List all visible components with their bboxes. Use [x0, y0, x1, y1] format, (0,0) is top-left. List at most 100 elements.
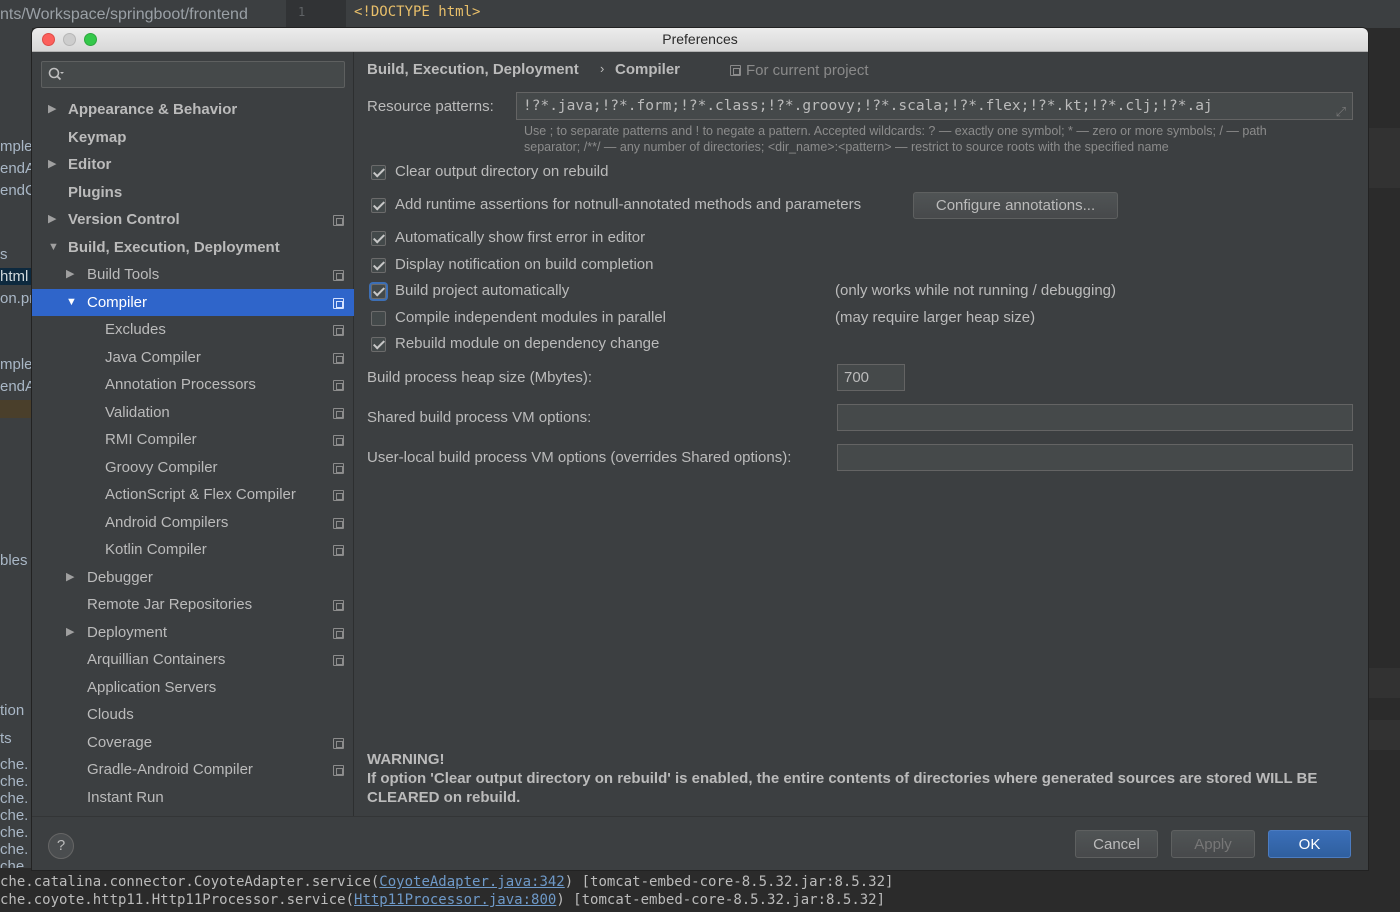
resource-patterns-label: Resource patterns:: [367, 98, 494, 115]
ide-console-fragment: che.: [0, 858, 29, 868]
sidebar-item-label: ActionScript & Flex Compiler: [105, 486, 296, 503]
project-scope-icon: [333, 517, 344, 529]
ide-right-band: [1368, 128, 1400, 188]
resource-patterns-input[interactable]: !?*.java;!?*.form;!?*.class;!?*.groovy;!…: [516, 92, 1353, 120]
dialog-title: Preferences: [662, 31, 738, 47]
sidebar-item-actionscript-flex-compiler[interactable]: ActionScript & Flex Compiler: [32, 481, 354, 509]
ide-console: che.catalina.connector.CoyoteAdapter.ser…: [0, 868, 1400, 912]
sidebar-item-application-servers[interactable]: Application Servers: [32, 674, 354, 702]
sidebar-item-label: Arquillian Containers: [87, 651, 226, 668]
sidebar-item-debugger[interactable]: ▶ Debugger: [32, 564, 354, 592]
ok-button[interactable]: OK: [1268, 830, 1351, 858]
sidebar-item-plugins[interactable]: Plugins: [32, 179, 354, 207]
sidebar-item-label: RMI Compiler: [105, 431, 197, 448]
sidebar-item-instant-run[interactable]: Instant Run: [32, 784, 354, 812]
console-link[interactable]: CoyoteAdapter.java:342: [379, 874, 564, 890]
sidebar-item-compiler[interactable]: ▼ Compiler: [32, 288, 354, 317]
sidebar-item-label: Keymap: [68, 128, 127, 146]
project-scope-icon: [333, 297, 344, 309]
project-scope-icon: [333, 490, 344, 501]
preferences-dialog: Preferences ▶ Appearance & Behavior Keymap…: [32, 28, 1368, 870]
chevron-down-icon[interactable]: ▼: [48, 234, 59, 262]
display-notification-checkbox[interactable]: [371, 258, 386, 273]
sidebar-item-android-compilers[interactable]: Android Compilers: [32, 509, 354, 537]
help-button[interactable]: ?: [48, 833, 74, 859]
ide-line-number: 1: [298, 5, 306, 19]
ide-right-panel: [1368, 28, 1400, 868]
chevron-right-icon[interactable]: ▶: [66, 564, 74, 592]
sidebar-item-kotlin-compiler[interactable]: Kotlin Compiler: [32, 536, 354, 564]
ide-right-band: [1368, 668, 1400, 698]
console-link[interactable]: Http11Processor.java:800: [354, 892, 556, 908]
project-scope-icon: [730, 65, 741, 76]
settings-search-input[interactable]: [41, 61, 345, 88]
sidebar-item-label: Plugins: [68, 183, 123, 201]
for-current-project-label: For current project: [730, 62, 869, 79]
cancel-button[interactable]: Cancel: [1075, 830, 1158, 858]
project-scope-icon: [333, 352, 344, 364]
apply-button[interactable]: Apply: [1171, 830, 1255, 858]
rebuild-dependency-checkbox[interactable]: [371, 337, 386, 352]
project-scope-icon: [333, 325, 344, 336]
sidebar-item-editor[interactable]: ▶ Editor: [32, 151, 354, 179]
sidebar-item-remote-jar-repositories[interactable]: Remote Jar Repositories: [32, 591, 354, 619]
project-scope-icon: [333, 380, 344, 391]
sidebar-item-label: Coverage: [87, 733, 153, 751]
user-vm-options-input[interactable]: [837, 444, 1353, 471]
sidebar-item-rmi-compiler[interactable]: RMI Compiler: [32, 426, 354, 454]
heap-size-label: Build process heap size (Mbytes):: [367, 369, 593, 386]
ide-top-bar: nts/Workspace/springboot/frontend 1 <!DO…: [0, 0, 1400, 28]
resource-patterns-hint: Use ; to separate patterns and ! to nega…: [524, 124, 1267, 154]
sidebar-item-arquillian-containers[interactable]: Arquillian Containers: [32, 646, 354, 674]
ide-code-line: <!DOCTYPE html>: [354, 4, 481, 20]
ide-project-panel: mple. endA endC s html on.pr mple. endA …: [0, 28, 32, 868]
chevron-right-icon[interactable]: ▶: [66, 619, 74, 647]
show-first-error-checkbox[interactable]: [371, 231, 386, 246]
ide-tree-fragment: tion: [0, 702, 25, 719]
sidebar-item-label: Annotation Processors: [105, 376, 256, 393]
ide-highlight-row: [0, 400, 32, 418]
chevron-right-icon[interactable]: ▶: [48, 206, 56, 234]
chevron-down-icon[interactable]: ▼: [66, 289, 77, 317]
project-scope-icon: [333, 462, 344, 474]
sidebar-item-groovy-compiler[interactable]: Groovy Compiler: [32, 454, 354, 482]
ide-console-fragment: che.: [0, 807, 29, 824]
chevron-right-icon[interactable]: ▶: [48, 96, 56, 124]
sidebar-item-version-control[interactable]: ▶ Version Control: [32, 206, 354, 234]
expand-field-icon[interactable]: ⤢: [1336, 100, 1346, 119]
runtime-assertions-checkbox[interactable]: [371, 198, 386, 213]
settings-tree: ▶ Appearance & Behavior Keymap ▶ Editor Plugi…: [32, 96, 354, 811]
configure-annotations-button[interactable]: Configure annotations...: [913, 192, 1118, 219]
ide-tree-fragment: endA: [0, 160, 32, 177]
chevron-right-icon[interactable]: ▶: [48, 151, 56, 179]
ide-console-fragment: che.: [0, 756, 29, 773]
console-line: che.catalina.connector.CoyoteAdapter.ser…: [0, 874, 894, 890]
sidebar-item-gradle-android-compiler[interactable]: Gradle-Android Compiler: [32, 756, 354, 784]
chevron-right-icon[interactable]: ▶: [66, 261, 74, 289]
sidebar-item-appearance-behavior[interactable]: ▶ Appearance & Behavior: [32, 96, 354, 124]
sidebar-item-label: Android Compilers: [105, 513, 229, 531]
sidebar-item-build-tools[interactable]: ▶ Build Tools: [32, 261, 354, 289]
breadcrumb-separator: ›: [600, 61, 605, 76]
sidebar-item-validation[interactable]: Validation: [32, 399, 354, 427]
sidebar-item-coverage[interactable]: Coverage: [32, 729, 354, 757]
project-scope-icon: [333, 215, 344, 226]
sidebar-item-keymap[interactable]: Keymap: [32, 124, 354, 152]
sidebar-item-label: Deployment: [87, 623, 168, 641]
ide-console-fragment: che.: [0, 824, 29, 841]
sidebar-item-clouds[interactable]: Clouds: [32, 701, 354, 729]
sidebar-item-label: Editor: [68, 156, 112, 173]
shared-vm-options-input[interactable]: [837, 404, 1353, 431]
build-automatically-checkbox[interactable]: [371, 284, 386, 299]
heap-size-input[interactable]: 700: [837, 364, 905, 391]
compile-parallel-checkbox[interactable]: [371, 311, 386, 326]
project-scope-icon: [333, 435, 344, 446]
sidebar-item-annotation-processors[interactable]: Annotation Processors: [32, 371, 354, 399]
sidebar-item-deployment[interactable]: ▶ Deployment: [32, 619, 354, 647]
clear-output-checkbox[interactable]: [371, 165, 386, 180]
console-line: che.coyote.http11.Http11Processor.servic…: [0, 892, 886, 908]
ide-console-fragment: che.: [0, 841, 29, 858]
sidebar-item-excludes[interactable]: Excludes: [32, 316, 354, 344]
sidebar-item-build-execution-deployment[interactable]: ▼ Build, Execution, Deployment: [32, 234, 354, 262]
sidebar-item-java-compiler[interactable]: Java Compiler: [32, 344, 354, 372]
